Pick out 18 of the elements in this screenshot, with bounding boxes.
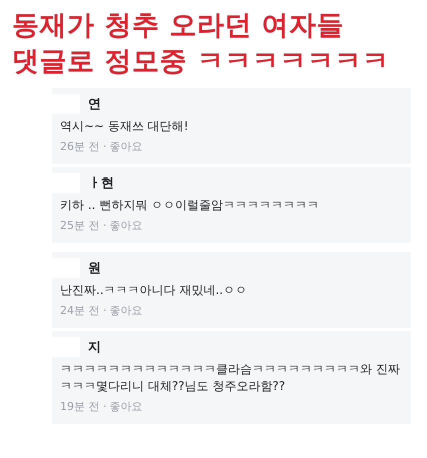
comment-time: 26분 전 ·: [60, 139, 106, 154]
commenter-name: ㅏ현: [88, 175, 114, 192]
headline-text: 동재가 청추 오라던 여자들: [12, 9, 346, 43]
commenter-name: 원: [88, 260, 101, 277]
comment-text: ㅋㅋㅋㅋㅋㅋㅋㅋㅋㅋㅋㅋㅋ클라슴ㅋㅋㅋㅋㅋㅋㅋㅋㅋ와 진짜ㅋㅋㅋ몇다리니 대체??님도 청주오라함??: [60, 361, 401, 395]
comment-time: 25분 전 ·: [60, 218, 106, 233]
commenter-name: 연: [88, 96, 101, 113]
like-link[interactable]: 좋아요: [110, 139, 142, 154]
commenter-name: 지: [88, 339, 101, 356]
headline-text: 댓글로 정모중 ㅋㅋㅋㅋㅋㅋㅋ: [12, 45, 390, 79]
like-link[interactable]: 좋아요: [110, 303, 142, 318]
comment-text: 키하 .. 뻔하지뭐 ㅇㅇ이럴줄암ㅋㅋㅋㅋㅋㅋㅋㅋ: [60, 197, 320, 214]
comment-time: 19분 전 ·: [60, 399, 106, 414]
comment-time: 24분 전 ·: [60, 303, 106, 318]
comment-text: 역시~~ 동재쓰 대단해!: [60, 118, 190, 135]
like-link[interactable]: 좋아요: [110, 218, 142, 233]
like-link[interactable]: 좋아요: [110, 399, 142, 414]
comment-text: 난진짜..ㅋㅋㅋ아니다 재밌네..ㅇㅇ: [60, 282, 248, 299]
